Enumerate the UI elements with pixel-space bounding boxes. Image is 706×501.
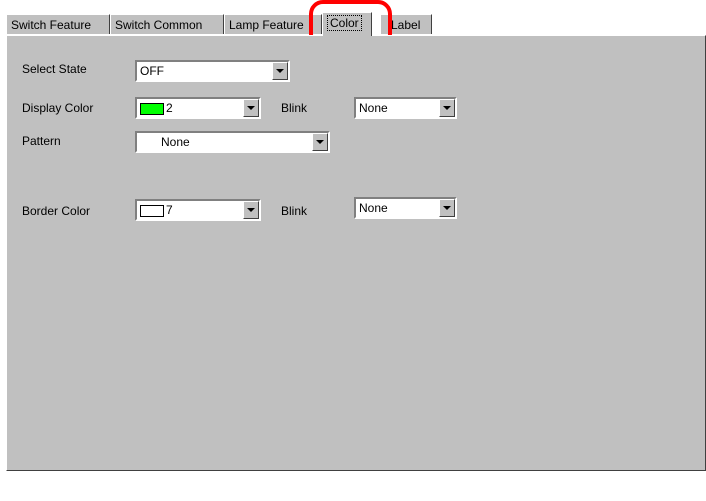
pattern-label: Pattern [22,134,61,148]
display-color-dropdown[interactable]: 2 [135,97,261,119]
display-color-value: 2 [166,101,173,115]
display-blink-value: None [359,101,388,115]
display-blink-label: Blink [281,101,308,115]
select-state-dropdown[interactable]: OFF [135,60,290,82]
tab-label: Label [391,18,421,32]
tab-label: Switch Common [115,18,203,32]
tab-color[interactable]: Color [322,12,372,36]
pattern-dropdown[interactable]: None [135,131,330,153]
dropdown-arrow-button[interactable] [439,199,455,217]
chevron-down-icon [247,208,255,212]
border-blink-value: None [359,201,388,215]
chevron-down-icon [276,69,284,73]
pattern-value: None [161,135,190,149]
dropdown-arrow-button[interactable] [243,99,259,117]
chevron-down-icon [316,140,324,144]
dropdown-arrow-button[interactable] [312,133,328,151]
select-state-label: Select State [22,62,87,76]
tab-label: Lamp Feature [229,18,304,32]
dropdown-arrow-button[interactable] [243,201,259,219]
border-color-label: Border Color [22,204,91,218]
chevron-down-icon [443,206,451,210]
dropdown-arrow-button[interactable] [272,62,288,80]
display-color-value-wrap: 2 [140,101,173,116]
tab-label: Color [327,15,362,31]
chevron-down-icon [247,106,255,110]
tab-switch-common[interactable]: Switch Common [110,14,224,34]
border-color-dropdown[interactable]: 7 [135,199,261,221]
green-color-swatch [140,102,164,115]
display-blink-dropdown[interactable]: None [354,97,457,119]
dropdown-arrow-button[interactable] [439,99,455,117]
border-color-value: 7 [166,203,173,217]
border-blink-label: Blink [281,204,308,218]
select-state-value: OFF [140,64,164,78]
display-color-label: Display Color [22,101,94,115]
tab-label: Switch Feature [11,18,92,32]
tab-switch-feature[interactable]: Switch Feature [6,14,110,34]
tab-lamp-feature[interactable]: Lamp Feature [224,14,322,34]
border-blink-dropdown[interactable]: None [354,197,457,219]
tab-strip: Switch Feature Switch Common Lamp Featur… [0,12,706,36]
border-color-value-wrap: 7 [140,203,173,218]
white-color-swatch [140,204,164,217]
chevron-down-icon [443,106,451,110]
